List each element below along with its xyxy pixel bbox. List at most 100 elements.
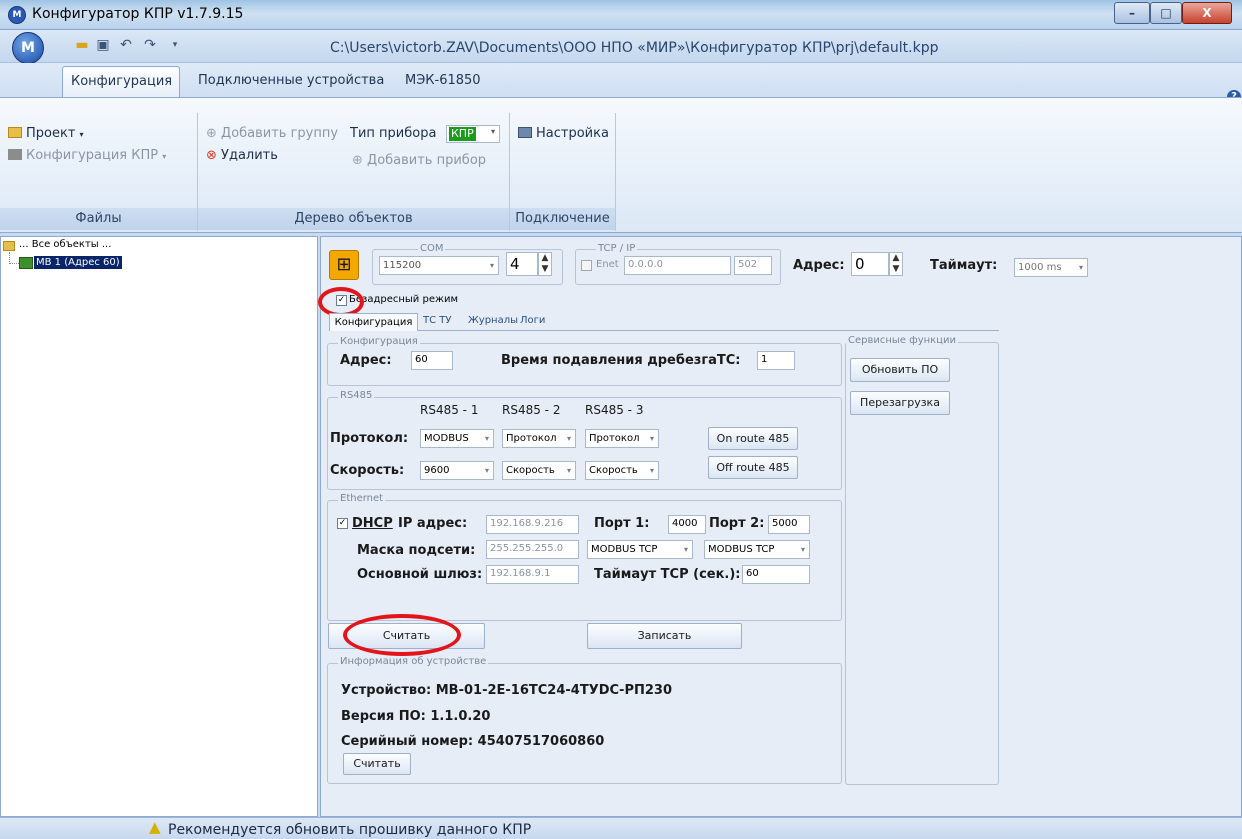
plus-circle-icon: ⊕: [352, 153, 368, 168]
tree-root[interactable]: ... Все объекты ...: [19, 239, 111, 250]
customize-dropdown-icon[interactable]: ▾: [166, 37, 184, 53]
update-firmware-button[interactable]: Обновить ПО: [850, 358, 950, 382]
enet-label: Enet: [596, 259, 619, 270]
dhcp-label: DHCP: [352, 516, 393, 531]
protocol3-select[interactable]: Протокол ▾: [585, 429, 659, 448]
tree-node-mb1[interactable]: МВ 1 (Адрес 60): [34, 256, 122, 269]
subtab-ts-tu[interactable]: ТС ТУ: [423, 315, 451, 326]
com-legend: COM: [418, 243, 446, 255]
protocol-label: Протокол:: [330, 431, 409, 446]
config-address-field[interactable]: 60: [411, 351, 453, 370]
tab-iec-61850[interactable]: МЭК-61850: [397, 66, 489, 97]
rs485-legend: RS485: [338, 390, 375, 402]
port1-field[interactable]: 4000: [668, 515, 706, 534]
maximize-button[interactable]: □: [1150, 2, 1182, 24]
config-address-label: Адрес:: [340, 353, 392, 368]
timeout-select[interactable]: 1000 ms ▾: [1014, 258, 1088, 277]
project-button[interactable]: Проект ▾: [8, 125, 84, 144]
tcp-port-field[interactable]: 502: [734, 256, 772, 275]
eth-ip-field[interactable]: 192.168.9.216: [486, 515, 579, 534]
folder-icon: [8, 127, 22, 138]
chevron-down-icon: ▾: [566, 466, 571, 475]
device-type-label: Тип прибора: [350, 126, 437, 141]
speed2-select[interactable]: Скорость ▾: [502, 461, 576, 480]
folder-icon: [3, 241, 15, 251]
speed1-select[interactable]: 9600 ▾: [420, 461, 494, 480]
port2-protocol-select[interactable]: MODBUS TCP ▾: [704, 540, 810, 559]
plus-circle-icon: ⊕: [206, 126, 222, 141]
protocol1-select[interactable]: MODBUS ▾: [420, 429, 494, 448]
kpr-config-button[interactable]: Конфигурация КПР ▾: [8, 147, 166, 166]
add-group-button[interactable]: ⊕ Добавить группу: [206, 125, 338, 143]
add-device-button[interactable]: ⊕ Добавить прибор: [352, 152, 486, 170]
baud-select[interactable]: 115200 ▾: [379, 256, 499, 275]
device-line: Устройство: МВ-01-2Е-16ТС24-4ТУDС-РП230: [341, 683, 672, 698]
ip-address-label: IP адрес:: [398, 516, 468, 531]
serial-number: 45407517060860: [477, 734, 605, 749]
reboot-button[interactable]: Перезагрузка: [850, 391, 950, 415]
chevron-down-icon: ▾: [1078, 263, 1083, 272]
gateway-field[interactable]: 192.168.9.1: [486, 565, 579, 584]
rs485-col3: RS485 - 3: [585, 403, 644, 417]
com-port-field[interactable]: 4: [506, 252, 538, 276]
ip-field[interactable]: 0.0.0.0: [624, 256, 731, 275]
com-port-stepper[interactable]: ▲ ▼: [538, 252, 552, 276]
redo-icon[interactable]: ↷: [141, 37, 159, 53]
protocol2-select[interactable]: Протокол ▾: [502, 429, 576, 448]
port2-field[interactable]: 5000: [768, 515, 810, 534]
write-config-button[interactable]: Записать: [587, 623, 742, 649]
ribbon-tabs: [0, 63, 1242, 97]
rs485-col2: RS485 - 2: [502, 403, 561, 417]
config-legend: Конфигурация: [338, 336, 420, 348]
open-folder-icon[interactable]: ▬: [73, 37, 91, 53]
dhcp-checkbox[interactable]: ✓: [337, 518, 348, 529]
speed3-select[interactable]: Скорость ▾: [585, 461, 659, 480]
subtab-configuration[interactable]: Конфигурация: [329, 313, 418, 331]
chevron-down-icon: ▾: [489, 261, 494, 270]
chevron-down-icon: ▾: [649, 434, 654, 443]
network-icon: [518, 127, 532, 138]
port1-label: Порт 1:: [594, 516, 650, 531]
address-label: Адрес:: [793, 258, 845, 273]
rs485-col1: RS485 - 1: [420, 403, 479, 417]
device-model: МВ-01-2Е-16ТС24-4ТУDС-РП230: [435, 683, 672, 698]
delete-button[interactable]: ⊗ Удалить: [206, 147, 278, 165]
address-stepper[interactable]: ▲ ▼: [889, 252, 903, 276]
application-menu-button[interactable]: М: [12, 32, 44, 64]
serial-line: Серийный номер: 45407517060860: [341, 734, 605, 749]
chevron-down-icon: ▾: [484, 434, 489, 443]
subtab-line: [329, 330, 999, 331]
tcp-timeout-field[interactable]: 60: [742, 565, 810, 584]
tab-configuration[interactable]: Конфигурация: [62, 66, 180, 97]
tree-line: [9, 263, 19, 264]
on-route-485-button[interactable]: On route 485: [708, 427, 798, 450]
subtab-logs[interactable]: Логи: [520, 315, 545, 326]
warning-icon: ▲: [149, 818, 161, 836]
ethernet-legend: Ethernet: [338, 493, 386, 505]
debounce-label: Время подавления дребезгаТС:: [501, 353, 741, 368]
device-type-select[interactable]: КПР ▾: [446, 125, 500, 143]
status-message: Рекомендуется обновить прошивку данного …: [168, 822, 532, 838]
port1-protocol-select[interactable]: MODBUS TCP ▾: [587, 540, 693, 559]
chevron-down-icon: ▾: [484, 466, 489, 475]
enet-checkbox[interactable]: [581, 260, 592, 271]
tcp-legend: TCP / IP: [596, 243, 638, 255]
save-icon[interactable]: ▣: [94, 37, 112, 53]
debounce-field[interactable]: 1: [757, 351, 795, 370]
connection-settings-button[interactable]: Настройка: [518, 125, 609, 143]
timeout-label: Таймаут:: [930, 258, 998, 273]
mask-field[interactable]: 255.255.255.0: [486, 540, 579, 559]
connect-icon[interactable]: ⊞: [329, 250, 359, 280]
addressless-checkbox[interactable]: ✓: [336, 295, 347, 306]
read-device-info-button[interactable]: Считать: [343, 753, 411, 775]
tab-connected-devices[interactable]: Подключенные устройства: [190, 66, 392, 97]
undo-icon[interactable]: ↶: [117, 37, 135, 53]
subtab-journals[interactable]: Журналы: [468, 315, 518, 326]
close-button[interactable]: X: [1182, 2, 1232, 24]
chevron-down-icon: ▾: [649, 466, 654, 475]
port2-label: Порт 2:: [709, 516, 765, 531]
off-route-485-button[interactable]: Off route 485: [708, 456, 798, 479]
read-config-button[interactable]: Считать: [328, 623, 485, 649]
address-field[interactable]: 0: [851, 252, 889, 276]
minimize-button[interactable]: –: [1114, 2, 1150, 24]
